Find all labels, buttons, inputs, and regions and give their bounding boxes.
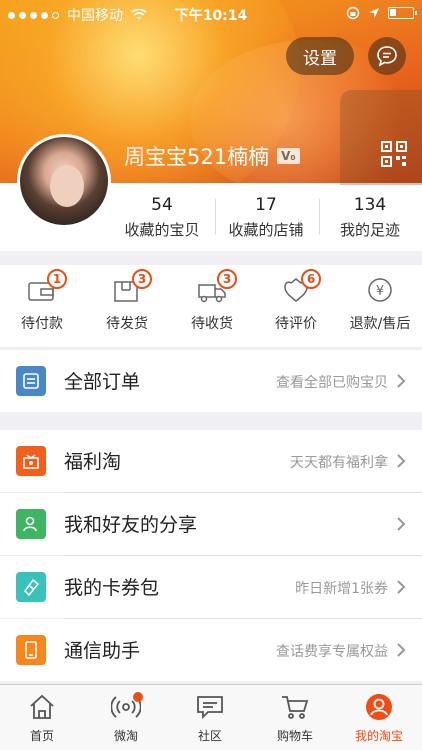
menu-item-telecom-assistant[interactable]: 通信助手 查话费享专属权益 [0,619,422,681]
avatar-face [50,165,84,207]
order-label: 退款/售后 [349,316,411,332]
ticket-icon [16,572,46,602]
chevron-right-icon [397,454,406,468]
chevron-right-icon [397,580,406,594]
cart-icon [282,696,309,719]
row-subtitle: 昨日新增1张券 [295,581,388,597]
avatar[interactable] [17,134,111,228]
order-label: 待发货 [106,316,148,332]
stat-count: 134 [353,195,387,215]
menu-item-welfare[interactable]: 福利淘 天天都有福利拿 [0,430,422,492]
tab-weitao[interactable]: 微淘 [84,691,168,744]
row-title: 我的卡券包 [64,577,160,599]
qr-code-button[interactable] [340,90,422,185]
order-pending-shipment[interactable]: 3 待发货 [85,269,169,333]
row-title: 我和好友的分享 [64,514,198,536]
stat-footprints[interactable]: 134 我的足迹 [318,195,422,240]
row-subtitle: 查看全部已购宝贝 [276,375,388,391]
tab-my-taobao[interactable]: 我的淘宝 [337,691,421,744]
row-title: 福利淘 [64,451,122,473]
chevron-right-icon [397,374,406,388]
tab-label: 社区 [197,729,222,743]
count-badge: 6 [301,269,321,289]
order-pending-receipt[interactable]: 3 待收货 [170,269,254,333]
status-bar: 中国移动 下午10:14 [0,0,422,28]
chevron-right-icon [397,643,406,657]
message-button[interactable] [368,37,406,75]
tab-label: 首页 [29,729,54,743]
order-label: 待评价 [275,316,317,332]
order-refund[interactable]: ¥ 退款/售后 [338,275,422,333]
row-title: 全部订单 [64,371,141,393]
count-badge: 3 [217,269,237,289]
svg-text:¥: ¥ [376,284,384,299]
qr-code-icon [381,141,407,167]
chevron-right-icon [397,517,406,531]
username-text: 周宝宝521楠楠 [124,145,270,169]
refund-icon: ¥ [368,278,392,302]
menu-item-coupons[interactable]: 我的卡券包 昨日新增1张券 [0,556,422,618]
order-pending-payment[interactable]: 1 待付款 [0,269,84,333]
gift-icon [16,446,46,476]
orders-list-icon [16,366,46,396]
tab-home[interactable]: 首页 [0,691,84,744]
order-label: 待付款 [21,316,63,332]
all-orders-row[interactable]: 全部订单 查看全部已购宝贝 [0,350,422,412]
chat-icon [197,696,223,720]
tab-label: 购物车 [276,729,313,743]
friends-icon [16,509,46,539]
username[interactable]: 周宝宝521楠楠 V₀ [124,141,300,171]
tab-label: 我的淘宝 [354,729,403,743]
row-title: 通信助手 [64,640,141,662]
rotation-lock-icon [346,6,360,20]
order-pending-review[interactable]: 6 待评价 [254,269,338,333]
row-subtitle: 天天都有福利拿 [290,455,388,471]
message-icon [377,46,397,67]
order-label: 待收货 [191,316,233,332]
location-icon [369,8,379,18]
tab-cart[interactable]: 购物车 [253,691,337,744]
stat-label: 收藏的店铺 [228,221,304,239]
phone-icon [16,635,46,665]
settings-button[interactable]: 设置 [286,37,354,75]
stat-count: 54 [151,195,173,215]
order-status-row: 1 待付款 3 待发货 3 待收货 6 待评价 ¥ 退款/售后 [0,265,422,347]
vip-level-badge[interactable]: V₀ [277,148,300,164]
count-badge: 1 [47,269,67,289]
bottom-tab-bar: 首页 微淘 社区 购物车 我的淘宝 [0,684,422,750]
tab-label: 微淘 [113,729,138,743]
row-subtitle: 查话费享专属权益 [276,644,388,660]
battery-icon [388,7,417,19]
profile-icon [366,694,392,720]
stat-label: 我的足迹 [339,221,400,239]
home-icon [30,694,54,719]
stat-favorite-stores[interactable]: 17 收藏的店铺 [214,195,318,240]
stat-count: 17 [255,195,277,215]
notification-dot [133,692,143,702]
menu-item-friends-share[interactable]: 我和好友的分享 [0,493,422,555]
tab-community[interactable]: 社区 [168,691,252,744]
stat-label: 收藏的宝贝 [124,221,200,239]
count-badge: 3 [132,269,152,289]
stat-favorite-items[interactable]: 54 收藏的宝贝 [110,195,214,240]
